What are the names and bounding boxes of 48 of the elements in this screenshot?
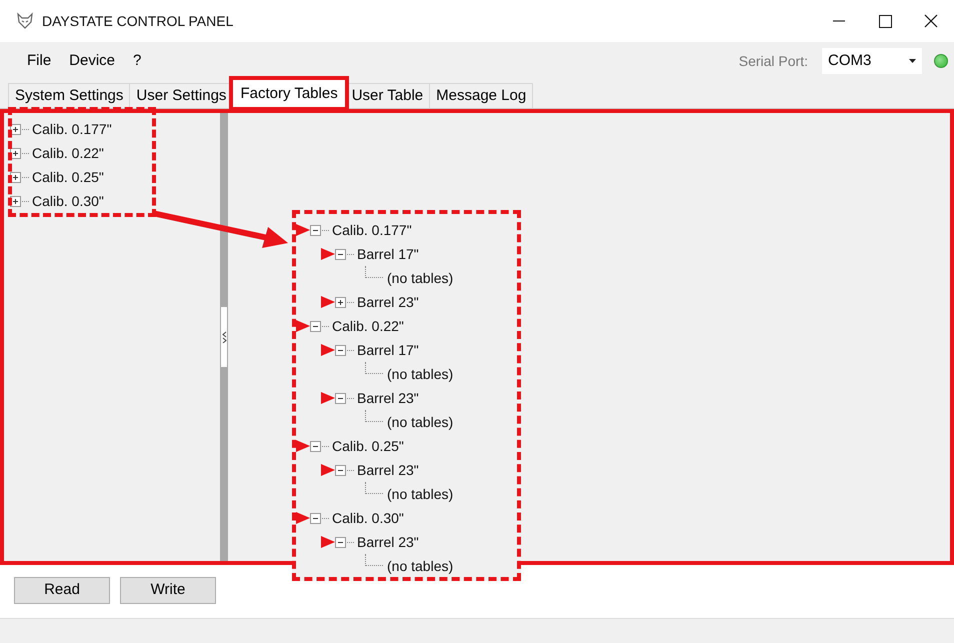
tree-node[interactable]: (no tables) bbox=[387, 484, 454, 504]
collapse-icon[interactable] bbox=[335, 248, 346, 260]
serial-port-dropdown[interactable]: COM3 bbox=[822, 48, 922, 74]
collapse-icon[interactable] bbox=[335, 344, 346, 356]
menu-item[interactable]: File bbox=[18, 50, 60, 72]
close-icon bbox=[924, 14, 938, 28]
tab[interactable]: Message Log bbox=[429, 83, 534, 108]
collapse-icon[interactable] bbox=[335, 464, 346, 476]
expand-icon[interactable] bbox=[10, 124, 21, 134]
tree-node[interactable]: Calib. 0.25" bbox=[32, 166, 104, 188]
tree-node[interactable]: Barrel 23" bbox=[357, 388, 419, 408]
tree-node[interactable]: Barrel 17" bbox=[357, 340, 419, 360]
expand-icon[interactable] bbox=[335, 296, 346, 308]
tab[interactable]: Factory Tables bbox=[232, 79, 346, 108]
tree-node[interactable]: (no tables) bbox=[387, 412, 454, 432]
collapse-icon[interactable] bbox=[310, 224, 321, 236]
wolf-logo-icon bbox=[16, 12, 34, 30]
menu-item[interactable]: Device bbox=[60, 50, 124, 72]
menu-item[interactable]: ? bbox=[124, 50, 150, 72]
tree-node[interactable]: Calib. 0.30" bbox=[332, 508, 404, 528]
tree-node[interactable]: Calib. 0.177" bbox=[32, 118, 112, 140]
collapse-icon[interactable] bbox=[310, 512, 321, 524]
action-button[interactable]: Read bbox=[14, 576, 110, 604]
tree-node[interactable]: Barrel 23" bbox=[357, 292, 419, 312]
serial-port-label: Serial Port: bbox=[738, 52, 808, 70]
collapse-icon[interactable] bbox=[310, 320, 321, 332]
minimize-icon bbox=[833, 20, 845, 22]
caret-icon bbox=[909, 59, 916, 63]
collapse-icon[interactable] bbox=[310, 440, 321, 452]
tree-node[interactable]: Barrel 17" bbox=[357, 244, 419, 264]
collapse-icon[interactable] bbox=[335, 536, 346, 548]
tree-node[interactable]: (no tables) bbox=[387, 268, 454, 288]
tree-node[interactable]: Calib. 0.25" bbox=[332, 436, 404, 456]
tree-node[interactable]: (no tables) bbox=[387, 556, 454, 576]
tree-node[interactable]: Barrel 23" bbox=[357, 460, 419, 480]
tree-node[interactable]: Calib. 0.22" bbox=[332, 316, 404, 336]
action-button[interactable]: Write bbox=[120, 576, 216, 604]
expand-icon[interactable] bbox=[10, 148, 21, 158]
collapse-icon[interactable] bbox=[335, 392, 346, 404]
maximize-icon bbox=[878, 14, 892, 28]
tab[interactable]: System Settings bbox=[8, 83, 130, 108]
tree-node[interactable]: Calib. 0.177" bbox=[332, 220, 412, 240]
splitter-handle[interactable] bbox=[221, 307, 227, 367]
tree-node[interactable]: (no tables) bbox=[387, 364, 454, 384]
tree-node[interactable]: Barrel 23" bbox=[357, 532, 419, 552]
tree-node[interactable]: Calib. 0.30" bbox=[32, 190, 104, 212]
tree-node[interactable]: Calib. 0.22" bbox=[32, 142, 104, 164]
window-title: DAYSTATE CONTROL PANEL bbox=[42, 12, 234, 30]
